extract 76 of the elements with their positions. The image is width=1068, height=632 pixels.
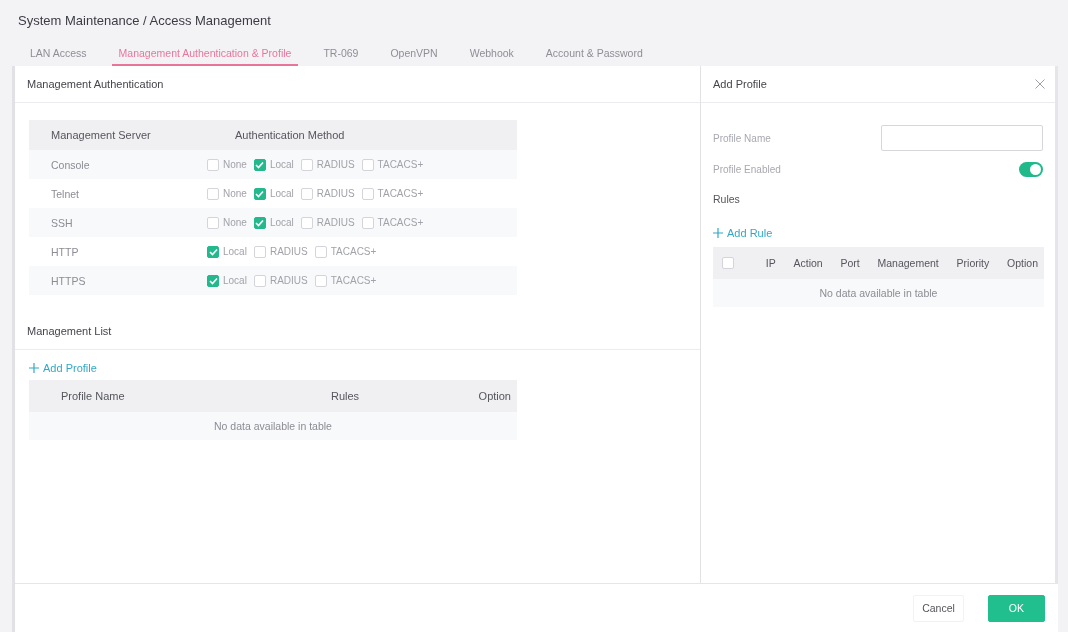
checkbox-label: None <box>223 217 247 228</box>
checkbox-label: None <box>223 159 247 170</box>
field-label: Profile Name <box>713 132 771 144</box>
plus-icon <box>713 228 723 238</box>
tab[interactable]: Account & Password <box>538 44 650 66</box>
checkbox-label: Local <box>269 188 294 199</box>
checkbox[interactable] <box>207 216 219 229</box>
column-header: Management <box>877 257 939 269</box>
checkbox-label: TACACS+ <box>330 275 377 286</box>
column-header: Option <box>477 390 512 402</box>
column-header: Management Server <box>50 129 152 141</box>
drawer-title: Add Profile <box>713 78 767 90</box>
add-rule-link[interactable]: Add Rule <box>713 227 773 239</box>
plus-icon <box>29 363 39 373</box>
ok-button[interactable]: OK <box>987 594 1045 622</box>
column-header: Authentication Method <box>234 129 346 141</box>
empty-table-message: No data available in table <box>819 287 938 299</box>
checkbox[interactable] <box>207 245 219 258</box>
tab[interactable]: OpenVPN <box>383 44 445 66</box>
table-cell-text: Telnet <box>50 187 81 200</box>
add-profile-link[interactable]: Add Profile <box>29 362 97 374</box>
table-cell-text: HTTP <box>50 245 80 258</box>
checkbox[interactable] <box>253 187 266 200</box>
checkbox[interactable] <box>300 158 313 171</box>
tab[interactable]: Webhook <box>462 44 521 66</box>
input-field[interactable] <box>881 125 1043 151</box>
checkbox[interactable] <box>253 274 266 287</box>
checkbox[interactable] <box>300 216 313 229</box>
checkbox-label: RADIUS <box>269 246 308 257</box>
checkbox-label: Local <box>223 246 247 257</box>
checkbox[interactable] <box>253 216 266 229</box>
close-icon[interactable] <box>1035 79 1045 89</box>
checkbox[interactable] <box>207 187 219 200</box>
cancel-button[interactable]: Cancel <box>913 594 964 622</box>
checkbox-label: RADIUS <box>316 217 355 228</box>
checkbox-label: Local <box>269 159 294 170</box>
column-header: Rules <box>329 390 361 402</box>
checkbox-label: TACACS+ <box>377 217 424 228</box>
checkbox-label: TACACS+ <box>377 188 424 199</box>
checkbox[interactable] <box>253 245 266 258</box>
checkbox-label: Local <box>223 275 247 286</box>
checkbox[interactable] <box>314 245 327 258</box>
column-header: Port <box>840 257 860 269</box>
checkbox[interactable] <box>361 158 374 171</box>
tab[interactable]: TR-069 <box>316 44 366 66</box>
checkbox[interactable] <box>361 216 374 229</box>
checkbox[interactable] <box>314 274 327 287</box>
empty-table-message: No data available in table <box>214 420 332 432</box>
checkbox[interactable] <box>207 274 219 287</box>
checkbox[interactable] <box>207 158 219 171</box>
tab[interactable]: LAN Access <box>23 44 94 66</box>
section-title: Management Authentication <box>27 78 164 90</box>
checkbox-label: TACACS+ <box>377 159 424 170</box>
checkbox-label: RADIUS <box>316 188 355 199</box>
table-cell-text: SSH <box>50 216 74 229</box>
checkbox-label: TACACS+ <box>330 246 377 257</box>
column-header: Profile Name <box>60 390 126 402</box>
column-header: Action <box>793 257 823 269</box>
checkbox-label: RADIUS <box>269 275 308 286</box>
section-title: Rules <box>713 193 740 205</box>
checkbox[interactable] <box>253 158 266 171</box>
table-cell-text: Console <box>50 158 91 171</box>
select-all-checkbox[interactable] <box>722 257 734 269</box>
checkbox-label: Local <box>269 217 294 228</box>
checkbox[interactable] <box>361 187 374 200</box>
table-cell-text: HTTPS <box>50 274 87 287</box>
column-header: Option <box>1007 257 1038 269</box>
checkbox-label: None <box>223 188 247 199</box>
section-title: Management List <box>27 325 112 337</box>
toggle-switch[interactable] <box>1019 161 1043 177</box>
checkbox[interactable] <box>300 187 313 200</box>
checkbox-label: RADIUS <box>316 159 355 170</box>
column-header: Priority <box>956 257 990 269</box>
breadcrumb: System Maintenance / Access Management <box>18 12 272 30</box>
field-label: Profile Enabled <box>713 163 781 175</box>
column-header: IP <box>765 257 776 269</box>
